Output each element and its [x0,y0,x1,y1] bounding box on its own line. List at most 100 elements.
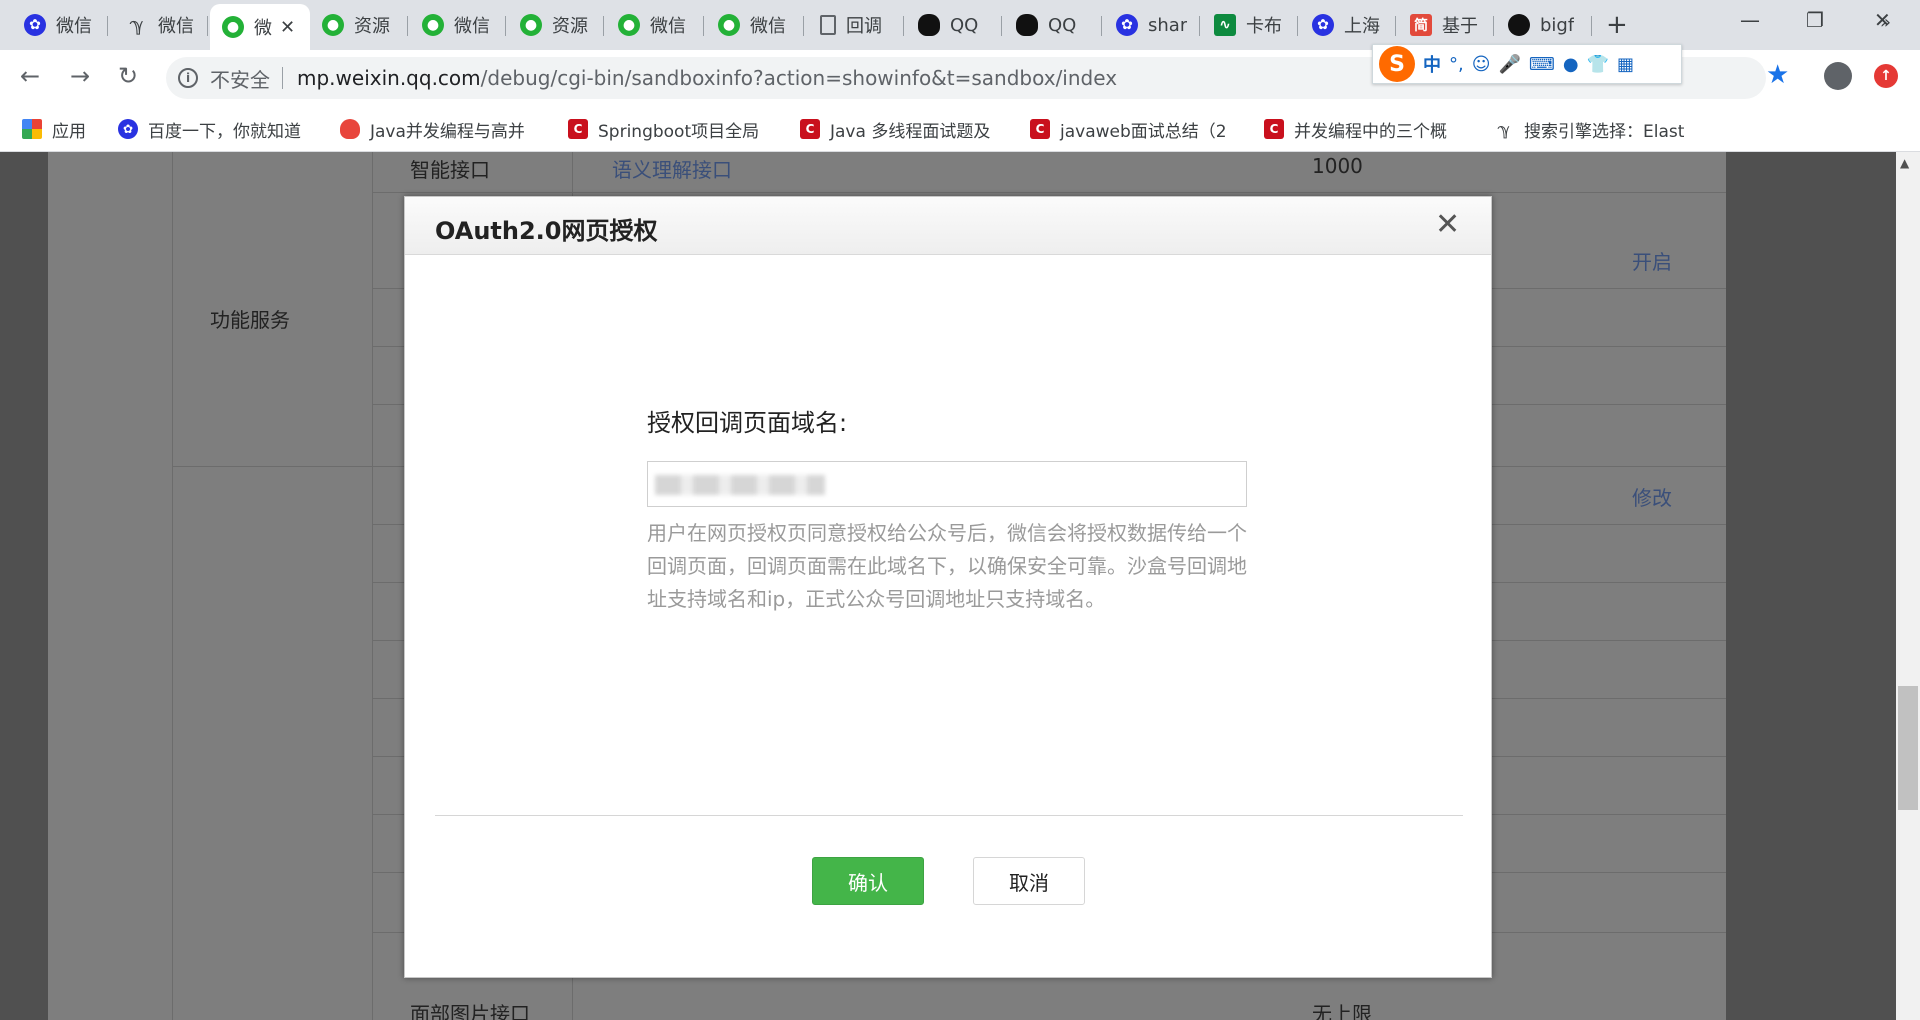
ime-keyboard-icon[interactable]: ⌨ [1529,54,1555,75]
bookmark-label: Java并发编程与高并 [370,121,525,142]
tab-separator [803,16,804,36]
browser-tab[interactable]: QQ [906,6,1002,44]
ime-punctuation-icon[interactable]: °, [1449,54,1464,75]
ime-user-icon[interactable]: ● [1563,54,1579,75]
tab-label: 资源 [552,16,588,37]
bookmark-item[interactable]: ℽ 搜索引擎选择：Elast [1494,116,1704,142]
callback-domain-hint: 用户在网页授权页同意授权给公众号后，微信会将授权数据传给一个回调页面，回调页面需… [647,521,1247,611]
browser-tab[interactable]: ● 资源 [508,6,604,44]
wechat-icon: ● [422,14,444,36]
bookmark-label: Springboot项目全局 [598,121,760,142]
browser-tab[interactable]: ● 微信 [606,6,704,44]
ime-emoji-icon[interactable]: ☺ [1472,54,1491,75]
wechat-icon: ● [718,14,740,36]
edit-link: 修改 [1632,486,1672,510]
address-divider [282,67,283,89]
new-tab-button[interactable]: + [1606,10,1628,40]
browser-tab[interactable]: ● 微信 [410,6,506,44]
tab-label: 微信 [56,16,92,37]
table-divider [372,152,373,1020]
chart-pulse-icon: ∿ [1214,14,1236,36]
url-path: /debug/cgi-bin/sandboxinfo?action=showin… [480,66,1118,90]
bookmark-item[interactable]: Cjavaweb面试总结（2 [1030,116,1244,142]
account-avatar-icon[interactable] [1824,62,1852,90]
apps-grid-icon [22,119,42,139]
table-divider [372,192,1726,193]
update-available-icon[interactable]: ↑ [1874,64,1898,88]
confirm-button[interactable]: 确认 [812,857,924,905]
ime-skin-shirt-icon[interactable]: 👕 [1587,54,1609,75]
browser-tab[interactable]: ✿ 上海 [1300,6,1396,44]
ime-microphone-icon[interactable]: 🎤 [1499,54,1521,75]
sogou-logo-icon[interactable]: S [1379,46,1415,82]
browser-tab[interactable]: ● 微 ✕ [210,4,310,50]
ime-toolbox-grid-icon[interactable]: ▦ [1617,54,1634,75]
bookmark-label: 搜索引擎选择：Elast [1524,121,1685,142]
bookmark-label: 并发编程中的三个概 [1294,121,1447,142]
tab-separator [703,16,704,36]
oauth-dialog: OAuth2.0网页授权 ✕ 授权回调页面域名: 用户在网页授权页同意授权给公众… [404,196,1492,978]
tab-label: shar [1148,14,1188,36]
baidu-paw-icon: ✿ [1312,14,1334,36]
wechat-icon: ● [322,14,344,36]
forward-button[interactable]: → [70,62,90,90]
reload-button[interactable]: ↻ [118,62,138,90]
bookmark-item[interactable]: C Java 多线程面试题及 [800,116,1010,142]
tab-label: 微信 [158,16,194,37]
bookmark-star-icon[interactable]: ★ [1766,60,1789,90]
browser-tab[interactable]: ● 微信 [706,6,804,44]
tab-separator [1395,16,1396,36]
bookmark-label: Java 多线程面试题及 [830,121,991,142]
wechat-icon: ● [520,14,542,36]
baidu-paw-icon: ✿ [1116,14,1138,36]
tab-label: 上海 [1344,16,1380,37]
qq-penguin-icon [918,14,940,36]
back-button[interactable]: ← [20,62,40,90]
close-icon[interactable]: ✕ [1435,207,1460,242]
document-icon [820,15,836,35]
restore-window-button[interactable]: ❐ [1806,8,1824,32]
browser-tab[interactable]: ℽ 微信 [114,6,208,44]
tab-separator [1297,16,1298,36]
bookmark-item[interactable]: C Springboot项目全局 [568,116,780,142]
tab-separator [1493,16,1494,36]
csdn-icon: C [568,119,588,139]
qq-penguin-icon [1016,14,1038,36]
browser-tab[interactable]: bigf [1496,6,1592,44]
bookmark-item[interactable]: ✿ 百度一下，你就知道 [118,116,318,142]
browser-tab[interactable]: ● 资源 [310,6,408,44]
baidu-paw-icon: ✿ [24,14,46,36]
wechat-icon: ● [618,14,640,36]
browser-tab[interactable]: 简基于 [1398,6,1494,44]
callback-domain-label: 授权回调页面域名: [647,409,848,437]
browser-tab[interactable]: QQ [1004,6,1102,44]
tab-separator [207,16,208,36]
ime-chinese-mode-icon[interactable]: 中 [1423,51,1441,77]
csdn-icon: C [1264,119,1284,139]
scrollbar-thumb[interactable] [1898,686,1918,810]
page-scrollbar[interactable] [1896,152,1920,1020]
browser-tab[interactable]: ∿ 卡布 [1202,6,1298,44]
semantic-api-link: 语义理解接口 [612,158,732,182]
browser-tab[interactable]: ✿ shar [1104,6,1200,44]
bookmark-item[interactable]: 应用 [22,116,106,142]
redacted-domain-mask [655,475,825,495]
scroll-up-arrow-icon[interactable]: ▲ [1900,156,1909,170]
bookmark-item[interactable]: Java并发编程与高并 [340,116,546,142]
close-tab-icon[interactable]: ✕ [280,17,295,38]
bookmark-item[interactable]: C 并发编程中的三个概 [1264,116,1474,142]
github-icon [1508,14,1530,36]
tab-separator [407,16,408,36]
tab-label: 卡布 [1246,16,1282,37]
browser-tab[interactable]: ✿ 微信 [12,6,108,44]
bookmark-label: javaweb面试总结（2 [1060,121,1227,142]
cancel-button[interactable]: 取消 [973,857,1085,905]
bookmarks-overflow-button[interactable]: » [1880,12,1891,33]
minimize-window-button[interactable]: — [1740,8,1760,32]
tab-label: bigf [1540,14,1575,36]
site-info-icon[interactable]: i [178,68,198,88]
quota-value-top: 1000 [1312,154,1363,178]
wechat-icon: ● [222,16,244,38]
tab-strip: ✿ 微信 ℽ 微信 ● 微 ✕ ● 资源 ● 微信 ● 资源 ● 微信 ● 微信 回调 QQ QQ ✿ shar ∿ 卡布 ✿ 上… [0,0,1920,50]
browser-tab[interactable]: 回调 [808,6,904,44]
